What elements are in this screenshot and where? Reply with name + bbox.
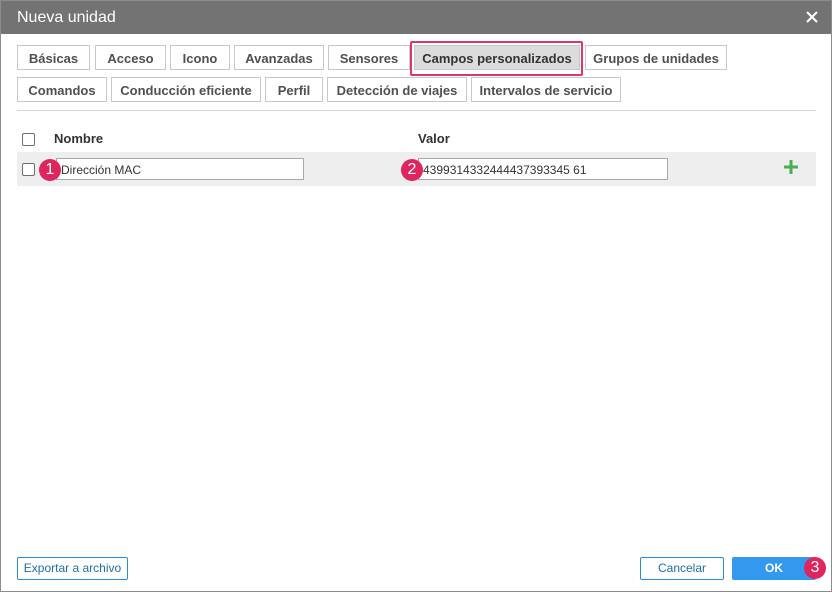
tab-basicas[interactable]: Básicas bbox=[17, 45, 90, 70]
column-header-name: Nombre bbox=[54, 131, 104, 146]
active-tab-highlight bbox=[410, 41, 583, 76]
export-to-file-button[interactable]: Exportar a archivo bbox=[17, 557, 128, 580]
tab-icono[interactable]: Icono bbox=[170, 45, 230, 70]
tab-deteccion-de-viajes[interactable]: Detección de viajes bbox=[327, 77, 467, 102]
field-value-input[interactable]: 4399314332444437393345 61 bbox=[418, 158, 668, 180]
tabs-divider bbox=[17, 110, 816, 111]
tab-intervalos-de-servicio[interactable]: Intervalos de servicio bbox=[471, 77, 621, 102]
plus-icon[interactable] bbox=[782, 158, 800, 176]
column-header-value: Valor bbox=[418, 131, 450, 146]
close-icon[interactable] bbox=[803, 8, 821, 26]
select-all-checkbox[interactable] bbox=[22, 133, 35, 146]
tab-conduccion-eficiente[interactable]: Conducción eficiente bbox=[111, 77, 261, 102]
annotation-badge-1: 1 bbox=[39, 159, 61, 181]
field-name-input[interactable]: Dirección MAC bbox=[56, 158, 304, 180]
tab-perfil[interactable]: Perfil bbox=[265, 77, 323, 102]
dialog-title: Nueva unidad bbox=[17, 9, 116, 26]
row-checkbox[interactable] bbox=[22, 163, 35, 176]
tab-grupos-de-unidades[interactable]: Grupos de unidades bbox=[585, 45, 727, 70]
tab-sensores[interactable]: Sensores bbox=[328, 45, 410, 70]
cancel-button[interactable]: Cancelar bbox=[640, 557, 724, 580]
new-unit-dialog: Nueva unidad Básicas Acceso Icono Avanza… bbox=[0, 0, 832, 592]
annotation-badge-2: 2 bbox=[401, 159, 423, 181]
tab-avanzadas[interactable]: Avanzadas bbox=[234, 45, 324, 70]
tab-acceso[interactable]: Acceso bbox=[95, 45, 166, 70]
dialog-titlebar: Nueva unidad bbox=[1, 1, 831, 34]
annotation-badge-3: 3 bbox=[804, 557, 826, 579]
tab-comandos[interactable]: Comandos bbox=[17, 77, 107, 102]
